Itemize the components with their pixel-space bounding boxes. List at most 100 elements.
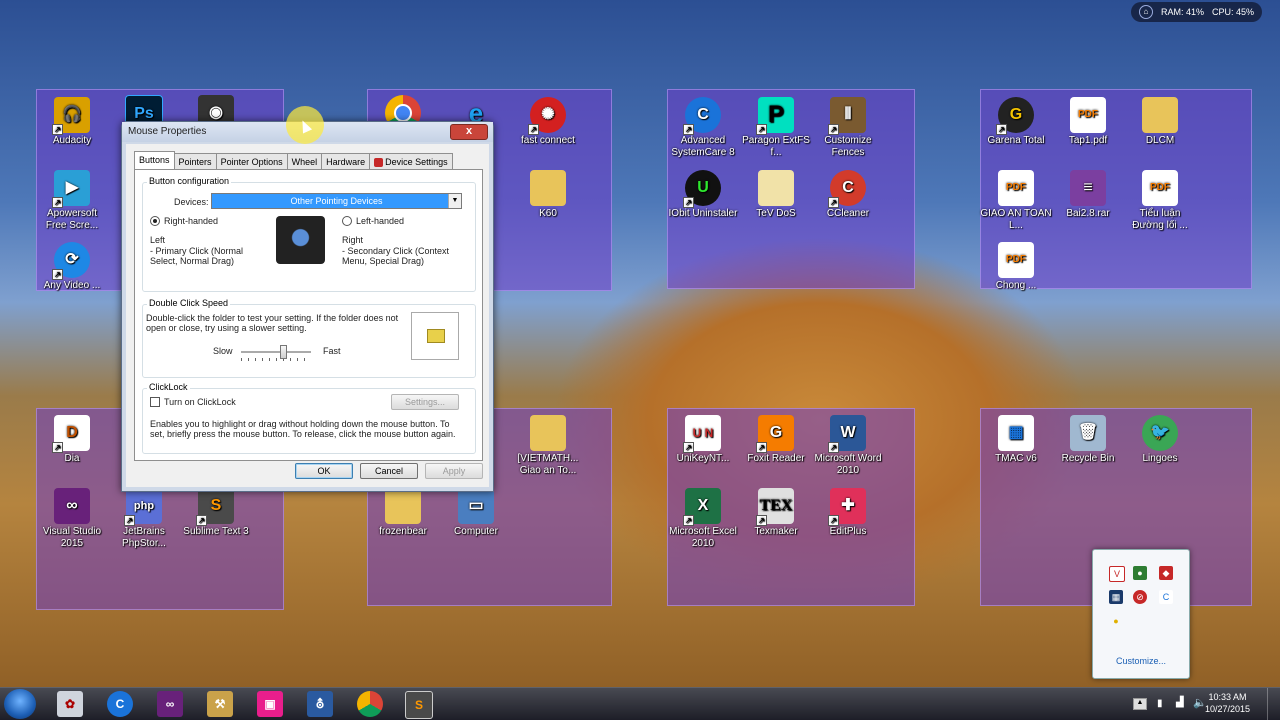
desktop-icon-lingoes[interactable]: 🐦 Lingoes [1124,415,1196,465]
desktop-icon-apowersoft[interactable]: ▶ ↗ Apowersoft Free Scre... [36,170,108,232]
close-button[interactable]: x [450,124,488,140]
battery-icon[interactable]: ▮ [1157,698,1163,709]
tab-pointer-options[interactable]: Pointer Options [215,153,288,170]
desktop-icon-tap1[interactable]: PDF Tap1.pdf [1052,97,1124,147]
slider-track [241,351,311,354]
taskbar-pink-app-icon[interactable]: ▣ [257,691,283,717]
tab-bar: Buttons Pointers Pointer Options Wheel H… [134,151,453,170]
taskbar-sublime-icon[interactable]: S [405,691,433,719]
desktop-icon-systemcare[interactable]: C ↗ Advanced SystemCare 8 [667,97,739,159]
taskbar-network-app-icon[interactable]: ⛢ [307,691,333,717]
tab-hardware[interactable]: Hardware [321,153,371,170]
desktop-icon-vietmath[interactable]: [VIETMATH... Giao an To... [512,415,584,477]
apowersoft-icon: ▶ ↗ [52,170,90,208]
tray-ccleaner-icon[interactable]: C [1159,590,1173,604]
desktop-icon-excel[interactable]: X ↗ Microsoft Excel 2010 [667,488,739,550]
tab-wheel[interactable]: Wheel [286,153,323,170]
tmac-icon: ▦ [998,415,1034,451]
desktop-icon-computer[interactable]: ▭ Computer [440,488,512,538]
desktop-icon-ccleaner[interactable]: C ↗ CCleaner [812,170,884,220]
icon-label: frozenbear [379,526,427,537]
desktop-icon-bai28[interactable]: ≡ Bai2.8.rar [1052,170,1124,220]
desktop-icon-k60[interactable]: K60 [512,170,584,220]
desktop-icon-paragon[interactable]: P ↗ Paragon ExtFS f... [740,97,812,159]
ram-usage: RAM: 41% [1160,7,1204,17]
taskbar-systemcare-icon[interactable]: C [107,691,133,717]
clicklock-settings-button[interactable]: Settings... [391,394,459,410]
taskbar-chrome-icon[interactable] [357,691,383,717]
desktop-icon-word[interactable]: W ↗ Microsoft Word 2010 [812,415,884,477]
clicklock-legend: ClickLock [147,382,190,392]
desktop-icon-giao-an[interactable]: PDF GIAO AN TOAN L... [980,170,1052,232]
tray-synaptics-icon[interactable]: ⊘ [1133,590,1147,604]
start-button[interactable] [4,689,36,719]
clicklock-checkbox-label[interactable]: Turn on ClickLock [164,397,236,407]
desktop-icon-tmac[interactable]: ▦ TMAC v6 [980,415,1052,465]
chevron-down-icon[interactable]: ▼ [448,194,461,208]
clock-time: 10:33 AM [1208,692,1247,702]
system-clock[interactable]: 10:33 AM 10/27/2015 [1205,691,1250,715]
excel-icon: X ↗ [683,488,721,526]
tray-shield-icon[interactable]: ◆ [1159,566,1173,580]
show-hidden-icons-button[interactable]: ▲ [1133,698,1147,710]
devices-label: Devices: [174,197,209,207]
signal-icon[interactable]: ▟ [1176,697,1184,708]
icon-label: CCleaner [826,208,870,219]
test-folder-box[interactable] [411,312,459,360]
taskbar-visual-studio-icon[interactable]: ∞ [157,691,183,717]
show-desktop-button[interactable] [1267,688,1280,720]
tray-bulb-icon[interactable]: ● [1109,614,1123,628]
icon-label: Visual Studio 2015 [42,526,102,549]
desktop-icon-frozenbear[interactable]: frozenbear [367,488,439,538]
clicklock-checkbox[interactable] [150,397,160,407]
synaptics-icon [374,158,384,168]
double-click-speed-slider[interactable] [241,345,311,363]
taskbar-tools-icon[interactable]: ⚒ [207,691,233,717]
tab-pointers[interactable]: Pointers [173,153,217,170]
foxit-icon: G ↗ [756,415,794,453]
desktop-icon-foxit[interactable]: G ↗ Foxit Reader [740,415,812,465]
desktop-icon-visual-studio[interactable]: ∞ Visual Studio 2015 [36,488,108,550]
right-handed-label[interactable]: Right-handed [164,216,218,226]
icon-label: Computer [454,526,498,537]
right-handed-radio[interactable] [150,216,160,226]
icon-label: Bai2.8.rar [1066,208,1110,219]
slider-thumb[interactable] [280,345,287,359]
tab-device-settings[interactable]: Device Settings [369,153,453,170]
tab-buttons[interactable]: Buttons [134,151,175,170]
desktop-icon-dlcm[interactable]: DLCM [1124,97,1196,147]
iobit-icon: U ↗ [683,170,721,208]
apply-button[interactable]: Apply [425,463,483,479]
pdf-file-icon: PDF [998,242,1034,278]
devices-select[interactable]: Other Pointing Devices ▼ [211,193,462,209]
desktop-icon-tieu-luan[interactable]: PDF Tiểu luận Đường lối ... [1124,170,1196,232]
tray-network-icon[interactable]: ▦ [1109,590,1123,604]
mouse-buttons-illustration [276,216,325,264]
cancel-button[interactable]: Cancel [360,463,418,479]
tray-globe-icon[interactable]: ● [1133,566,1147,580]
desktop-icon-audacity[interactable]: 🎧 ↗ Audacity [36,97,108,147]
ok-button[interactable]: OK [295,463,353,479]
system-meter[interactable]: ⌂ RAM: 41% CPU: 45% [1130,2,1262,22]
desktop-icon-phpstorm[interactable]: php ↗ JetBrains PhpStor... [108,488,180,550]
left-handed-radio[interactable] [342,216,352,226]
desktop-icon-chong[interactable]: PDF Chong ... [980,242,1052,292]
desktop-icon-unikey[interactable]: U N ↗ UniKeyNT... [667,415,739,465]
taskbar-flash-icon[interactable]: ✿ [57,691,83,717]
desktop-icon-any-video[interactable]: ⟳ ↗ Any Video ... [36,242,108,292]
desktop-icon-tev-dos[interactable]: TeV DoS [740,170,812,220]
desktop-icon-fast-connect[interactable]: ✺ ↗ fast connect [512,97,584,147]
desktop-icon-iobit[interactable]: U ↗ IObit Uninstaler [667,170,739,220]
clicklock-description: Enables you to highlight or drag without… [150,419,456,439]
pdf-file-icon: PDF [1070,97,1106,133]
desktop-icon-garena[interactable]: G ↗ Garena Total [980,97,1052,147]
desktop-icon-sublime[interactable]: S ↗ Sublime Text 3 [180,488,252,538]
desktop-icon-dia[interactable]: D ↗ Dia [36,415,108,465]
desktop-icon-fences[interactable]: ⫴ ↗ Customize Fences [812,97,884,159]
desktop-icon-editplus[interactable]: ✚ ↗ EditPlus [812,488,884,538]
left-handed-label[interactable]: Left-handed [356,216,404,226]
tray-v-icon[interactable]: V [1109,566,1125,582]
desktop-icon-texmaker[interactable]: TEX ↗ Texmaker [740,488,812,538]
customize-link[interactable]: Customize... [1093,656,1189,666]
desktop-icon-recycle-bin[interactable]: 🗑 Recycle Bin [1052,415,1124,465]
